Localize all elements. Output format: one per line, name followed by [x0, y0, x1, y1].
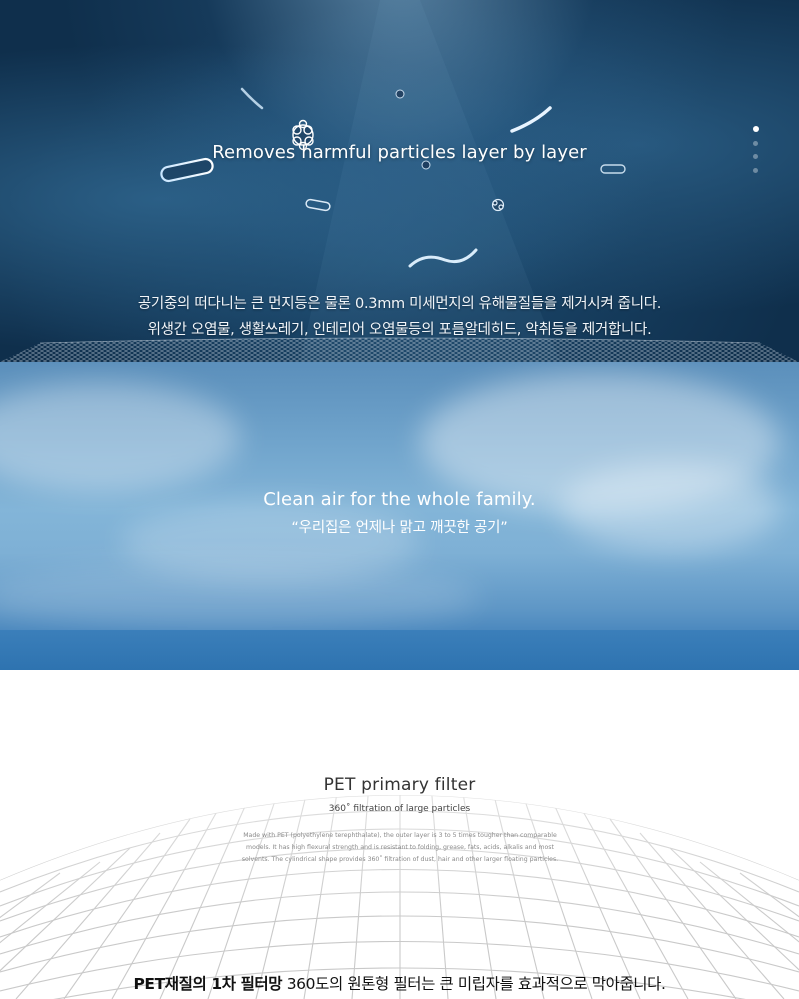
slide-dot-4[interactable]	[753, 167, 758, 173]
filter-section: PET primary filter 360˚ filtration of la…	[0, 670, 799, 999]
filter-subtitle: 360˚ filtration of large particles	[328, 804, 471, 814]
particles-section: Removes harmful particles layer by layer…	[0, 0, 799, 362]
small-capsule-icon	[305, 198, 331, 212]
sea-horizon	[0, 630, 799, 670]
section-headline: Removes harmful particles layer by layer	[212, 142, 587, 163]
slide-dot-1[interactable]	[752, 126, 759, 132]
slide-dot-2[interactable]	[753, 140, 758, 146]
small-capsule-icon	[600, 164, 626, 174]
korean-description-line-1: 공기중의 떠다니는 큰 먼지등은 물론 0.3mm 미세먼지의 유해물질들을 제…	[137, 296, 662, 312]
filter-summary-strong: PET재질의 1차 필터망	[133, 975, 283, 993]
filter-description: Made with PET (polyethylene terephthalat…	[241, 832, 559, 863]
slide-dot-3[interactable]	[753, 154, 758, 159]
strand-particle-icon	[510, 106, 552, 133]
strand-particle-icon	[240, 87, 264, 110]
filter-summary-rest: 360도의 원톤형 필터는 큰 미립자를 효과적으로 막아줍니다.	[282, 975, 666, 993]
slide-pagination	[751, 126, 761, 181]
dust-particle-icon	[491, 198, 505, 212]
filter-summary: PET재질의 1차 필터망 360도의 원톤형 필터는 큰 미립자를 효과적으로…	[0, 972, 799, 994]
filter-title: PET primary filter	[323, 775, 476, 795]
sky-section	[0, 362, 799, 670]
filter-mesh-layer	[0, 337, 799, 362]
